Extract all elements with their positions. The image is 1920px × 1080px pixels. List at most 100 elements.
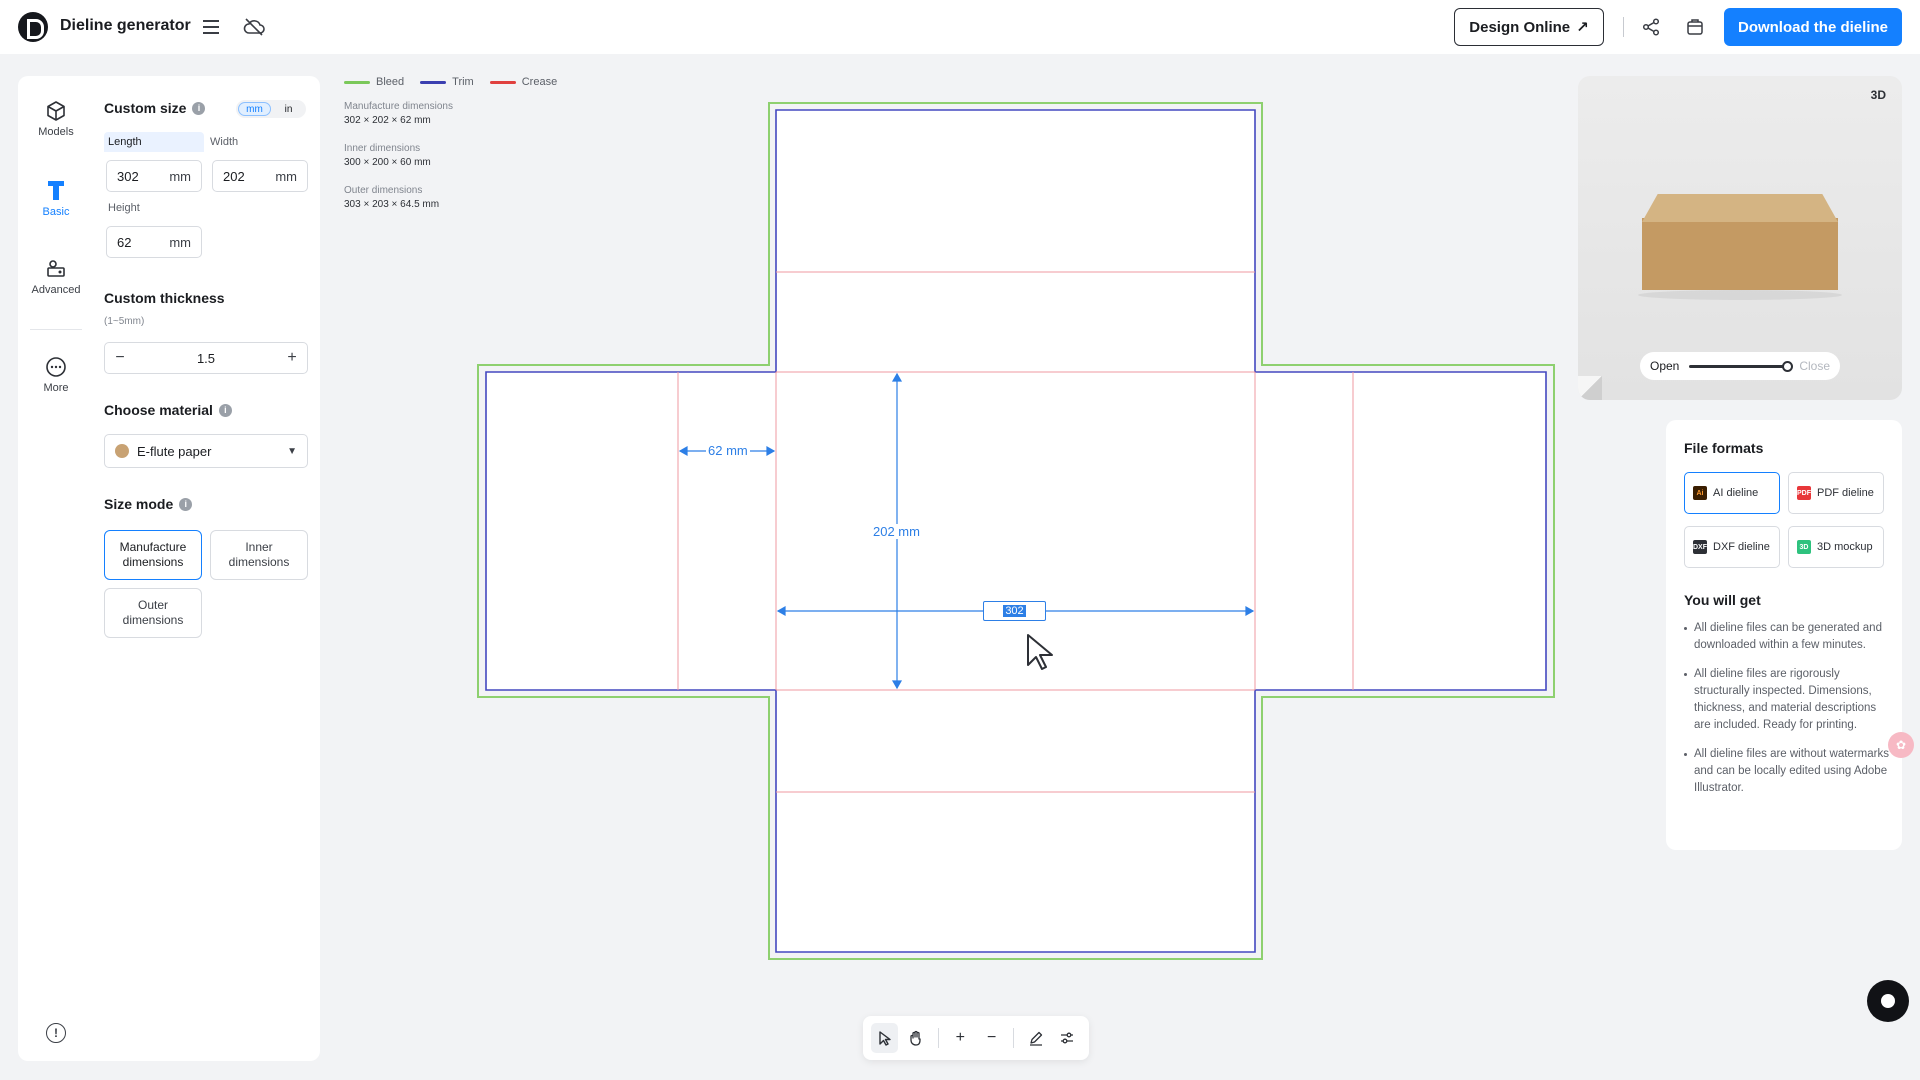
box-model-front xyxy=(1642,218,1838,290)
page-fold-icon xyxy=(1578,376,1602,400)
material-title: Choose material i xyxy=(104,402,232,418)
info-icon[interactable]: i xyxy=(179,497,193,511)
custom-thickness-title: Custom thickness xyxy=(104,290,225,306)
decrement-button[interactable]: − xyxy=(105,343,135,373)
pdf-file-icon: PDF xyxy=(1797,486,1811,500)
dieline-drawing[interactable] xyxy=(330,54,1570,1080)
open-close-slider[interactable]: Open Close xyxy=(1640,352,1840,380)
width-field[interactable]: 202 mm xyxy=(212,160,308,192)
custom-size-title-text: Custom size xyxy=(104,100,187,116)
width-label: Width xyxy=(210,136,239,148)
cube-icon xyxy=(47,101,65,121)
list-item: All dieline files are without watermarks… xyxy=(1684,746,1890,797)
size-mode-title-text: Size mode xyxy=(104,496,174,512)
more-icon xyxy=(46,357,66,377)
chat-bubble-icon[interactable] xyxy=(1867,980,1909,1022)
cart-icon[interactable] xyxy=(1682,14,1708,40)
shapes-icon xyxy=(47,260,65,277)
size-form: Custom size i mm in Length Width 302 mm … xyxy=(104,76,310,1061)
format-label: DXF dieline xyxy=(1713,541,1770,553)
unit-suffix: mm xyxy=(275,168,297,184)
slider-knob[interactable] xyxy=(1782,360,1794,372)
size-mode-outer[interactable]: Outer dimensions xyxy=(104,588,202,638)
width-value: 202 xyxy=(223,168,245,184)
ai-file-icon: Ai xyxy=(1693,486,1707,500)
unit-suffix: mm xyxy=(169,168,191,184)
height-field[interactable]: 62 mm xyxy=(106,226,202,258)
unit-in-option[interactable]: in xyxy=(273,102,304,116)
slider-track[interactable] xyxy=(1689,360,1794,372)
3d-preview[interactable]: 3D Open Close xyxy=(1578,76,1902,400)
menu-icon[interactable] xyxy=(198,14,224,40)
info-icon[interactable]: i xyxy=(192,101,206,115)
length-edit-input[interactable]: 302 xyxy=(983,601,1046,621)
size-mode-manufacture[interactable]: Manufacture dimensions xyxy=(104,530,202,580)
left-panel: Models Basic Advanced More ! Custom size… xyxy=(18,76,320,1061)
zoom-out-icon[interactable]: − xyxy=(978,1023,1005,1053)
box-shadow xyxy=(1638,290,1842,300)
width-dimension-label: 202 mm xyxy=(871,524,922,539)
thickness-stepper: − 1.5 + xyxy=(104,342,308,374)
file-formats-panel: File formats Ai AI dieline PDF PDF dieli… xyxy=(1666,420,1902,850)
info-icon[interactable]: i xyxy=(218,403,232,417)
hand-tool-icon[interactable] xyxy=(902,1023,929,1053)
height-dimension-label: 62 mm xyxy=(706,443,750,458)
thickness-value[interactable]: 1.5 xyxy=(197,351,215,366)
format-dxf-dieline[interactable]: DXF DXF dieline xyxy=(1684,526,1780,568)
edit-icon[interactable] xyxy=(1022,1023,1049,1053)
rail-item-basic[interactable]: Basic xyxy=(18,178,94,218)
chevron-down-icon: ▼ xyxy=(287,445,297,457)
format-label: AI dieline xyxy=(1713,487,1759,499)
cloud-off-icon[interactable] xyxy=(241,14,267,40)
download-dieline-button[interactable]: Download the dieline xyxy=(1724,8,1902,46)
length-value: 302 xyxy=(117,168,139,184)
design-online-label: Design Online xyxy=(1469,18,1571,36)
close-label: Close xyxy=(1799,359,1830,373)
format-pdf-dieline[interactable]: PDF PDF dieline xyxy=(1788,472,1884,514)
size-mode-title: Size mode i xyxy=(104,496,193,512)
info-icon[interactable]: ! xyxy=(46,1023,66,1043)
format-ai-dieline[interactable]: Ai AI dieline xyxy=(1684,472,1780,514)
app-logo[interactable] xyxy=(18,12,48,42)
divider xyxy=(1623,17,1624,37)
toolbar-divider xyxy=(1013,1028,1015,1048)
3d-toggle-icon[interactable]: 3D xyxy=(1871,88,1886,102)
dieline-canvas[interactable]: Bleed Trim Crease Manufacture dimensions… xyxy=(330,54,1570,1080)
trim-outline xyxy=(485,109,1547,953)
material-title-text: Choose material xyxy=(104,402,213,418)
material-select[interactable]: E-flute paper ▼ xyxy=(104,434,308,468)
cursor-icon xyxy=(1027,634,1053,670)
material-swatch xyxy=(115,444,129,458)
side-rail: Models Basic Advanced More ! xyxy=(18,76,94,1061)
size-mode-inner[interactable]: Inner dimensions xyxy=(210,530,308,580)
settings-sliders-icon[interactable] xyxy=(1054,1023,1081,1053)
rail-item-advanced[interactable]: Advanced xyxy=(18,258,94,296)
you-will-get-title: You will get xyxy=(1684,592,1761,608)
increment-button[interactable]: + xyxy=(277,343,307,373)
select-tool-icon[interactable] xyxy=(871,1023,899,1053)
unit-mm-option[interactable]: mm xyxy=(238,102,271,116)
canvas-toolbar: + − xyxy=(863,1016,1089,1060)
floating-helper-icon[interactable]: ✿ xyxy=(1888,732,1914,758)
share-icon[interactable] xyxy=(1638,14,1664,40)
app-title: Dieline generator xyxy=(60,17,191,34)
zoom-in-icon[interactable]: + xyxy=(947,1023,974,1053)
format-3d-mockup[interactable]: 3D 3D mockup xyxy=(1788,526,1884,568)
3d-mockup-icon: 3D xyxy=(1797,540,1811,554)
rail-item-more[interactable]: More xyxy=(18,356,94,394)
toolbar-divider xyxy=(937,1028,939,1048)
rail-label: Basic xyxy=(42,206,70,218)
unit-suffix: mm xyxy=(169,234,191,250)
rail-label: More xyxy=(43,382,69,394)
list-item: All dieline files are rigorously structu… xyxy=(1684,666,1890,734)
external-link-icon: ↗ xyxy=(1576,19,1589,36)
ruler-icon xyxy=(48,181,64,200)
open-label: Open xyxy=(1650,359,1680,373)
height-label: Height xyxy=(108,202,140,214)
rail-item-models[interactable]: Models xyxy=(18,100,94,138)
design-online-button[interactable]: Design Online ↗ xyxy=(1454,8,1604,46)
rail-label: Advanced xyxy=(31,284,81,296)
format-label: 3D mockup xyxy=(1817,541,1873,553)
box-model-top xyxy=(1642,194,1838,222)
length-field[interactable]: 302 mm xyxy=(106,160,202,192)
